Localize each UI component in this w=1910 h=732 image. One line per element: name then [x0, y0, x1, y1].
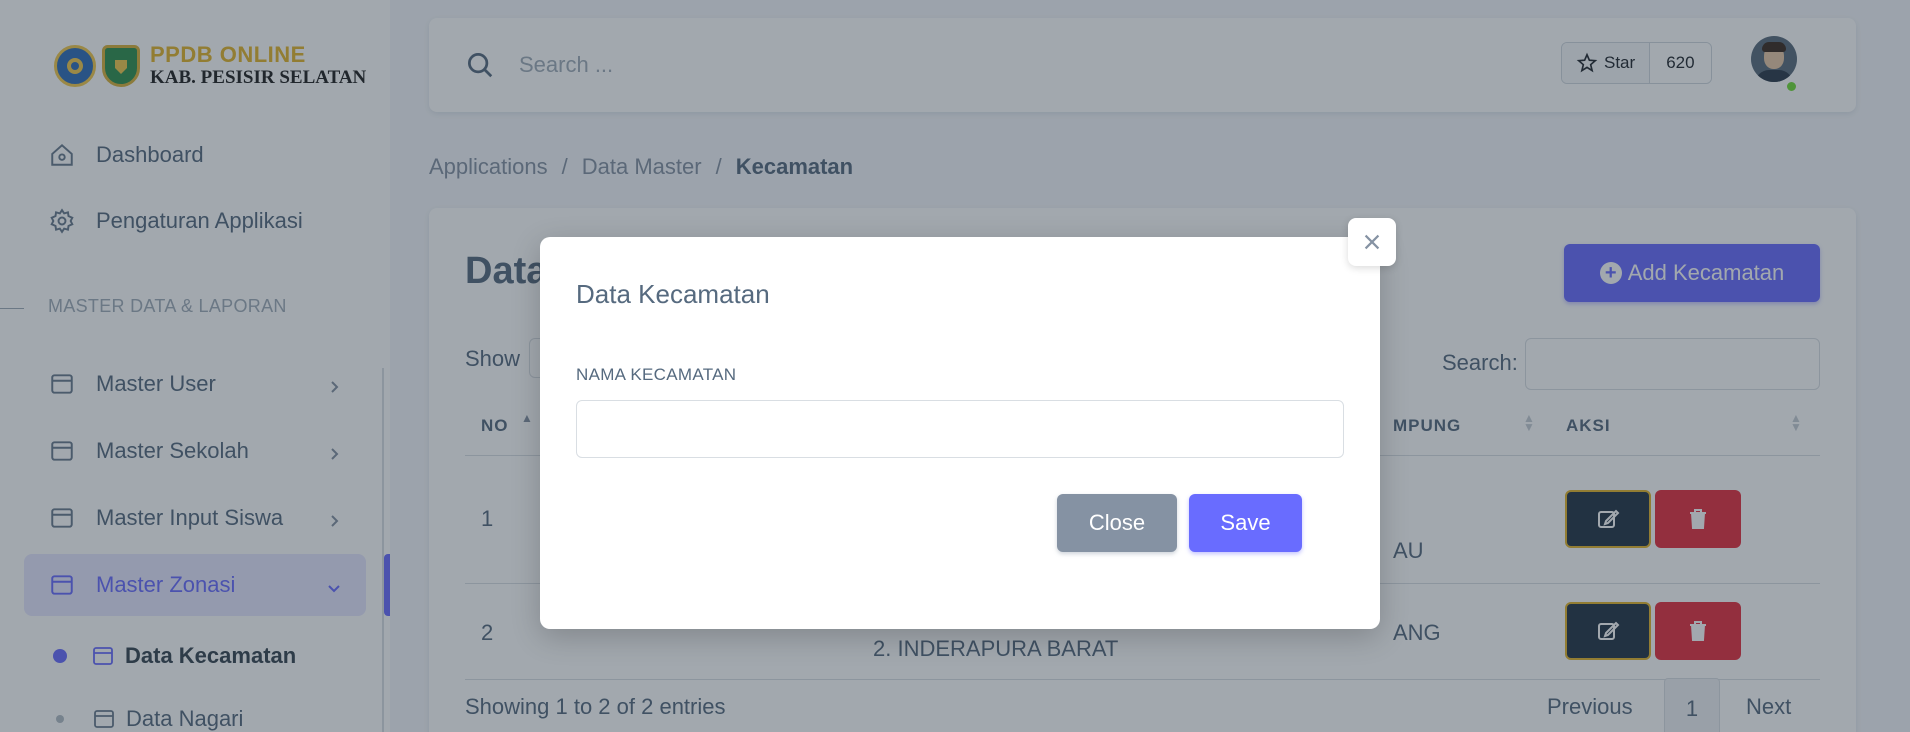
modal-title: Data Kecamatan: [576, 279, 770, 309]
data-kecamatan-modal: Data Kecamatan NAMA KECAMATAN Close Save: [540, 237, 1380, 629]
modal-close-icon-button[interactable]: [1348, 218, 1396, 266]
close-button[interactable]: Close: [1057, 494, 1177, 552]
close-icon: [1364, 234, 1380, 250]
nama-kecamatan-label: NAMA KECAMATAN: [576, 365, 737, 384]
save-button[interactable]: Save: [1189, 494, 1302, 552]
nama-kecamatan-input[interactable]: [576, 400, 1344, 458]
